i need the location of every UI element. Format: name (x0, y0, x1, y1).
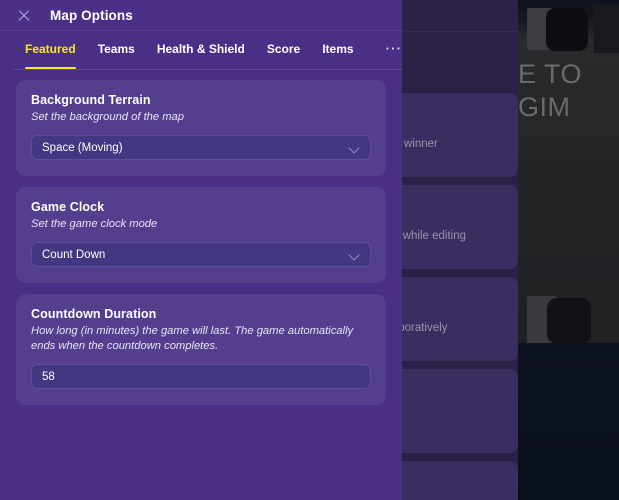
options-list: Background Terrain Set the background of… (0, 74, 402, 405)
option-card-countdown-duration: Countdown Duration How long (in minutes)… (16, 294, 386, 405)
chevron-down-icon (349, 249, 360, 260)
option-description: Set the background of the map (31, 111, 184, 123)
tab-label: Health & Shield (156, 42, 245, 56)
backdrop-photo-text-line-2: GIM (518, 92, 571, 122)
tab-label: Score (266, 42, 301, 56)
backdrop-photo-shape (546, 8, 588, 51)
backdrop-photo: E TO GIM (518, 0, 619, 500)
dropdown-value: Space (Moving) (42, 141, 123, 154)
backdrop-photo-shape (547, 298, 591, 344)
tab-list: Featured Teams Health & Shield Score Ite… (14, 31, 402, 74)
option-title: Countdown Duration (31, 307, 157, 321)
option-card-background-terrain: Background Terrain Set the background of… (16, 80, 386, 176)
modal-header: Map Options (0, 0, 402, 31)
close-icon[interactable] (16, 7, 32, 23)
countdown-duration-input[interactable] (31, 364, 371, 389)
screen-root: E TO GIM S …termined as the winner …ngs … (0, 0, 619, 500)
background-terrain-dropdown[interactable]: Space (Moving) (31, 135, 371, 160)
option-title: Game Clock (31, 200, 105, 214)
tab-bar-divider (14, 69, 402, 70)
tab-label: Featured (25, 42, 76, 56)
map-options-modal: Map Options Featured Teams Health & Shie… (0, 0, 402, 500)
option-description: Set the game clock mode (31, 218, 158, 230)
dropdown-value: Count Down (42, 248, 106, 261)
backdrop-photo-shape (594, 5, 619, 53)
backdrop-photo-text-line-1: E TO (518, 59, 583, 89)
page-title: Map Options (50, 7, 133, 23)
option-description: How long (in minutes) the game will last… (31, 325, 354, 352)
chevron-down-icon (349, 142, 360, 153)
option-title: Background Terrain (31, 93, 151, 107)
tab-label: Items (322, 42, 354, 56)
tab-bar: Featured Teams Health & Shield Score Ite… (0, 31, 402, 74)
backdrop-photo-shape (518, 343, 619, 500)
option-card-game-clock: Game Clock Set the game clock mode Count… (16, 187, 386, 283)
game-clock-dropdown[interactable]: Count Down (31, 242, 371, 267)
tab-label: Teams (97, 42, 135, 56)
